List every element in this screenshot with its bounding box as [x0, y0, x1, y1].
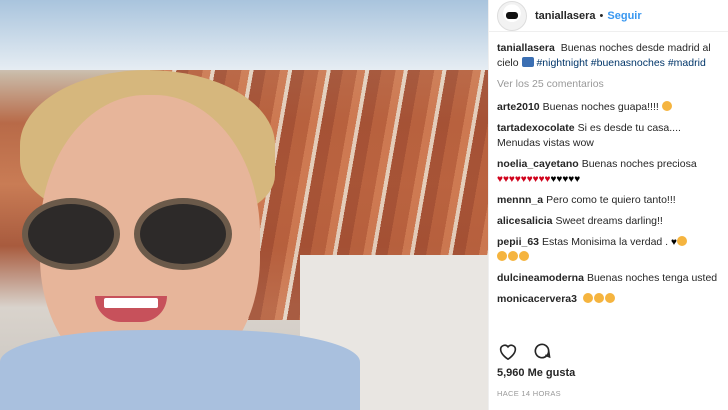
post-photo[interactable] — [0, 0, 488, 410]
sunglasses-left-lens — [22, 198, 120, 270]
comment-item: pepii_63 Estas Monisima la verdad . ♥ — [497, 235, 720, 265]
speech-bubble-icon[interactable] — [531, 340, 553, 362]
comment-username[interactable]: noelia_cayetano — [497, 158, 579, 170]
emoji-icon — [497, 251, 507, 261]
comment-text: Pero como te quiero tanto!!! — [546, 194, 676, 206]
hashtag-link[interactable]: #madrid — [668, 57, 706, 69]
sunglasses-right-lens — [134, 198, 232, 270]
comment-item: monicacervera3 — [497, 292, 720, 307]
moon-emoji-icon — [521, 57, 534, 67]
black-heart-emoji-icon: ♥♥♥♥♥ — [550, 174, 581, 185]
comment-text: Buenas noches preciosa — [581, 158, 697, 170]
comment-username[interactable]: alicesalicia — [497, 215, 552, 227]
photo-teeth — [104, 298, 158, 308]
comments-list: taniallasera Buenas noches desde madrid … — [489, 32, 728, 307]
comment-username[interactable]: tartadexocolate — [497, 122, 575, 134]
comment-text: Sweet dreams darling!! — [555, 215, 663, 227]
emoji-icon — [593, 293, 604, 303]
comment-text: Estas Monisima la verdad . — [542, 236, 669, 248]
photo-sunglasses — [22, 198, 252, 270]
comment-text: Buenas noches guapa!!!! — [542, 101, 659, 113]
hashtag-link[interactable]: #nightnight — [536, 57, 587, 69]
comment-username[interactable]: dulcineamoderna — [497, 272, 584, 284]
post-timestamp: HACE 14 HORAS — [497, 389, 561, 398]
emoji-icon — [519, 251, 529, 261]
post-actions — [497, 340, 553, 362]
post-header: taniallasera • Seguir — [489, 0, 728, 32]
emoji-icon — [508, 251, 518, 261]
header-username[interactable]: taniallasera — [535, 10, 596, 22]
view-all-comments-link[interactable]: Ver los 25 comentarios — [497, 77, 720, 92]
hashtag-link[interactable]: #buenasnoches — [591, 57, 665, 69]
comment-username[interactable]: mennn_a — [497, 194, 543, 206]
caption-username[interactable]: taniallasera — [497, 42, 555, 54]
heart-emoji-icon: ♥♥♥♥♥♥♥♥♥ — [497, 174, 551, 185]
post-side-panel: taniallasera • Seguir taniallasera Buena… — [488, 0, 728, 410]
comment-item: arte2010 Buenas noches guapa!!!! — [497, 100, 720, 115]
emoji-icon — [676, 236, 687, 246]
likes-count[interactable]: 5,960 Me gusta — [497, 367, 575, 379]
comment-item: dulcineamoderna Buenas noches tenga usted — [497, 271, 720, 286]
black-heart-emoji-icon: ♥ — [671, 237, 677, 248]
heart-outline-icon[interactable] — [497, 340, 519, 362]
comment-username[interactable]: arte2010 — [497, 101, 540, 113]
comment-text: Buenas noches tenga usted — [586, 272, 718, 284]
emoji-icon — [661, 101, 672, 111]
emoji-icon — [582, 293, 593, 303]
caption: taniallasera Buenas noches desde madrid … — [497, 41, 720, 71]
header-separator: • — [599, 9, 604, 22]
comment-username[interactable]: pepii_63 — [497, 236, 539, 248]
comment-username[interactable]: monicacervera3 — [497, 293, 577, 305]
emoji-icon — [604, 293, 615, 303]
comment-item: tartadexocolate Si es desde tu casa.... M… — [497, 121, 720, 151]
comment-item: mennn_a Pero como te quiero tanto!!! — [497, 193, 720, 208]
avatar[interactable] — [497, 0, 527, 31]
follow-button[interactable]: Seguir — [607, 10, 641, 22]
photo-shirt — [0, 330, 360, 410]
comment-item: alicesalicia Sweet dreams darling!! — [497, 214, 720, 229]
comment-item: noelia_cayetano Buenas noches preciosa ♥♥… — [497, 157, 720, 187]
photo-sky — [0, 0, 488, 70]
